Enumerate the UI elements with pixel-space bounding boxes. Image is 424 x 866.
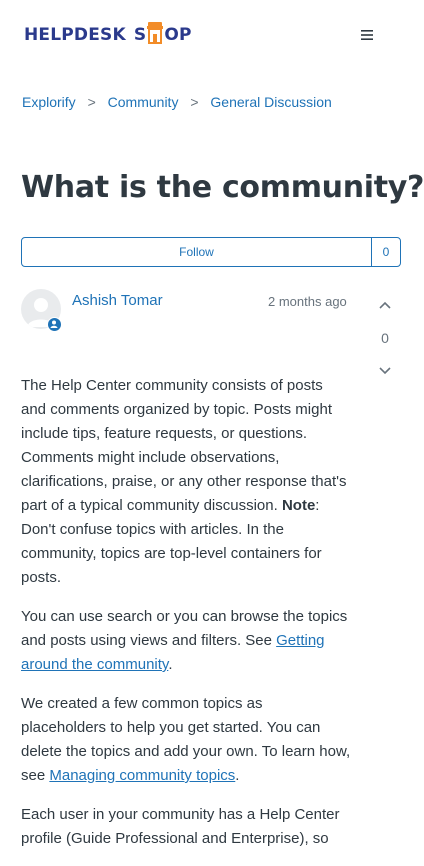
logo-text-s: S — [133, 24, 147, 45]
post-paragraph: You can use search or you can browse the… — [21, 605, 351, 677]
post-paragraph: The Help Center community consists of po… — [21, 374, 351, 590]
logo-text-op: OP — [164, 24, 192, 45]
note-label: Note — [281, 497, 316, 514]
breadcrumb: Explorify > Community > General Discussi… — [22, 94, 332, 110]
follow-count: 0 — [371, 238, 400, 266]
post-timestamp: 2 months ago — [268, 294, 347, 309]
follow-control: Follow 0 — [21, 237, 401, 267]
breadcrumb-link-general-discussion[interactable]: General Discussion — [210, 94, 331, 110]
author-name-link[interactable]: Ashish Tomar — [72, 292, 163, 309]
agent-badge-icon — [47, 317, 62, 332]
paragraph-text: Each user in your community has a Help C… — [21, 806, 340, 847]
logo-text-helpdesk: HELPDESK — [24, 24, 126, 45]
paragraph-text: . — [168, 656, 173, 673]
vote-count: 0 — [381, 330, 389, 346]
paragraph-text: The Help Center community consists of po… — [21, 377, 347, 514]
helpdesk-shop-logo[interactable]: HELPDESK S OP — [24, 18, 192, 52]
paragraph-text: . — [235, 767, 240, 784]
page-title: What is the community? — [21, 170, 424, 205]
site-header: HELPDESK S OP — [0, 0, 424, 72]
follow-button[interactable]: Follow — [22, 238, 371, 266]
breadcrumb-link-community[interactable]: Community — [108, 94, 179, 110]
post-paragraph: We created a few common topics as placeh… — [21, 692, 351, 788]
breadcrumb-link-explorify[interactable]: Explorify — [22, 94, 76, 110]
breadcrumb-separator: > — [87, 94, 96, 110]
post-paragraph: Each user in your community has a Help C… — [21, 803, 351, 851]
shop-icon — [147, 21, 164, 45]
post-body: The Help Center community consists of po… — [21, 374, 351, 866]
managing-community-topics-link[interactable]: Managing community topics — [49, 767, 235, 784]
downvote-chevron-down-icon[interactable] — [377, 362, 393, 378]
upvote-chevron-up-icon[interactable] — [377, 298, 393, 314]
hamburger-menu-icon[interactable] — [357, 26, 377, 44]
breadcrumb-separator: > — [190, 94, 199, 110]
